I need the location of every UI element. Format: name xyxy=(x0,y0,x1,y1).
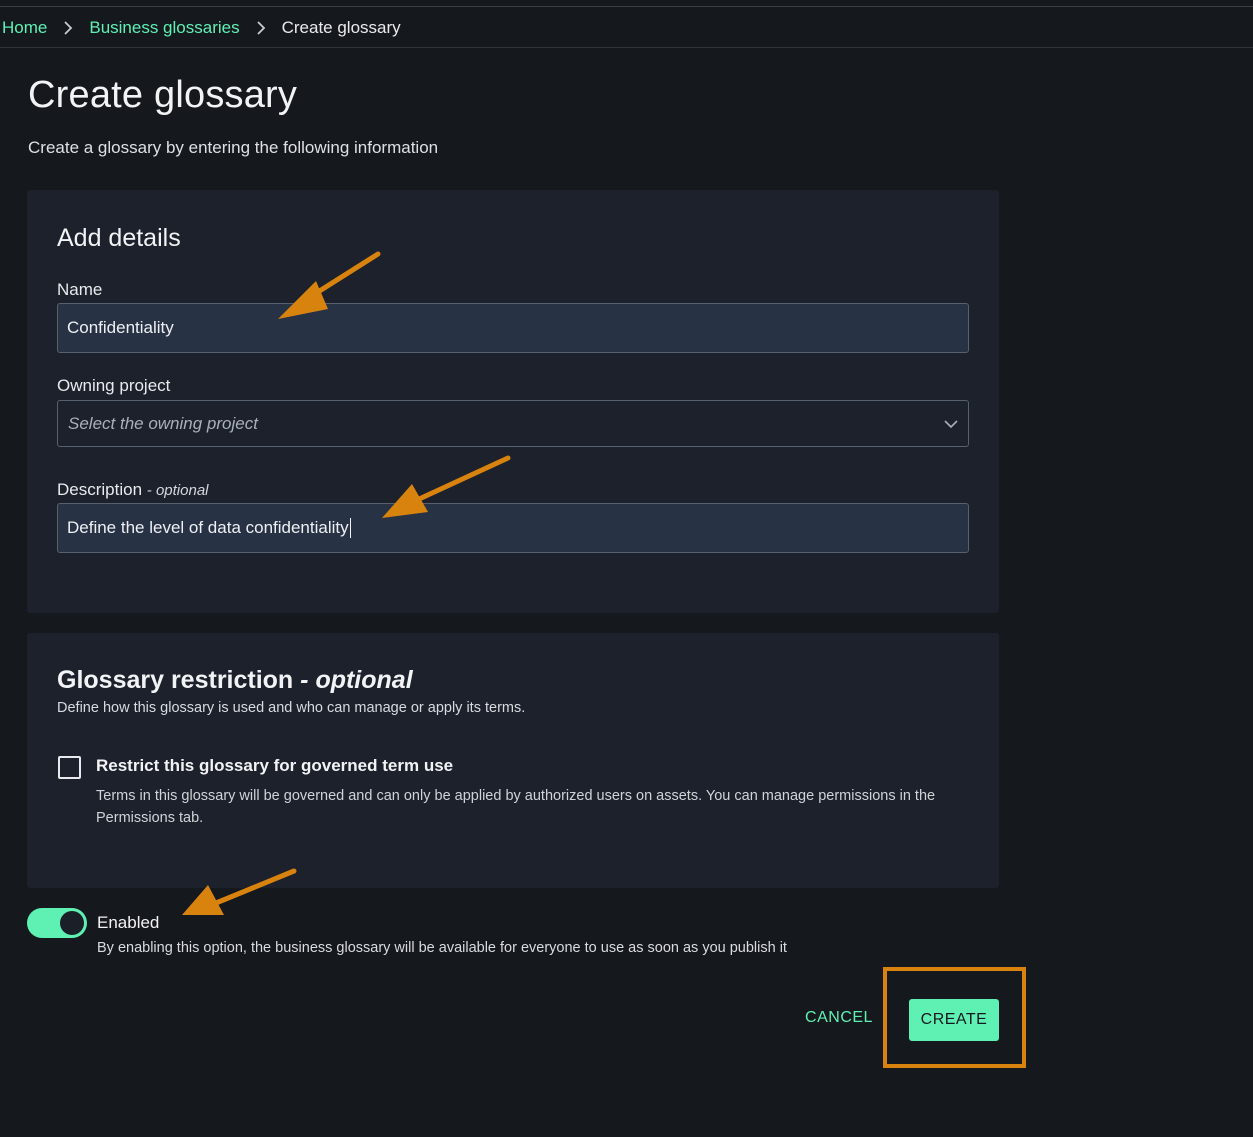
name-input-value: Confidentiality xyxy=(67,318,174,337)
add-details-title: Add details xyxy=(57,224,181,252)
owning-project-placeholder: Select the owning project xyxy=(68,413,258,433)
description-input[interactable]: Define the level of data confidentiality xyxy=(57,503,969,553)
glossary-restriction-title-text: Glossary restriction xyxy=(57,666,294,694)
restrict-glossary-label[interactable]: Restrict this glossary for governed term… xyxy=(96,756,453,776)
cancel-button[interactable]: CANCEL xyxy=(796,1002,882,1034)
owning-project-select[interactable]: Select the owning project xyxy=(57,400,969,447)
chevron-down-icon xyxy=(944,414,958,434)
restrict-glossary-description: Terms in this glossary will be governed … xyxy=(96,788,936,826)
enabled-description: By enabling this option, the business gl… xyxy=(97,940,787,956)
breadcrumb: Home Business glossaries Create glossary xyxy=(2,17,401,39)
owning-project-label: Owning project xyxy=(57,376,171,395)
glossary-restriction-panel: Glossary restriction - optional Define h… xyxy=(27,633,999,888)
top-divider xyxy=(0,6,1253,7)
breadcrumb-current: Create glossary xyxy=(281,18,401,37)
page-subtitle: Create a glossary by entering the follow… xyxy=(28,138,439,157)
add-details-panel: Add details Name Confidentiality Owning … xyxy=(27,190,999,613)
glossary-restriction-description: Define how this glossary is used and who… xyxy=(57,700,526,716)
breadcrumb-home[interactable]: Home xyxy=(2,18,47,38)
breadcrumb-business-glossaries[interactable]: Business glossaries xyxy=(89,18,239,38)
name-input[interactable]: Confidentiality xyxy=(57,303,969,353)
description-input-value: Define the level of data confidentiality xyxy=(67,518,349,537)
enabled-toggle[interactable] xyxy=(27,908,87,938)
chevron-right-icon xyxy=(63,21,73,35)
enabled-label: Enabled xyxy=(97,913,160,932)
description-optional-tag: - optional xyxy=(146,482,209,499)
name-label: Name xyxy=(57,280,103,299)
toggle-knob xyxy=(60,911,84,935)
glossary-restriction-title: Glossary restriction - optional xyxy=(57,666,413,695)
description-label: Description - optional xyxy=(57,480,209,500)
restrict-glossary-checkbox[interactable] xyxy=(58,756,81,779)
glossary-restriction-optional-tag: - optional xyxy=(300,666,413,694)
page-title: Create glossary xyxy=(28,74,298,116)
description-label-text: Description xyxy=(57,480,143,499)
breadcrumb-divider xyxy=(0,47,1253,48)
text-cursor xyxy=(349,518,351,538)
chevron-right-icon xyxy=(256,21,266,35)
create-glossary-page: Home Business glossaries Create glossary… xyxy=(0,0,1253,1137)
create-button[interactable]: CREATE xyxy=(909,999,999,1041)
